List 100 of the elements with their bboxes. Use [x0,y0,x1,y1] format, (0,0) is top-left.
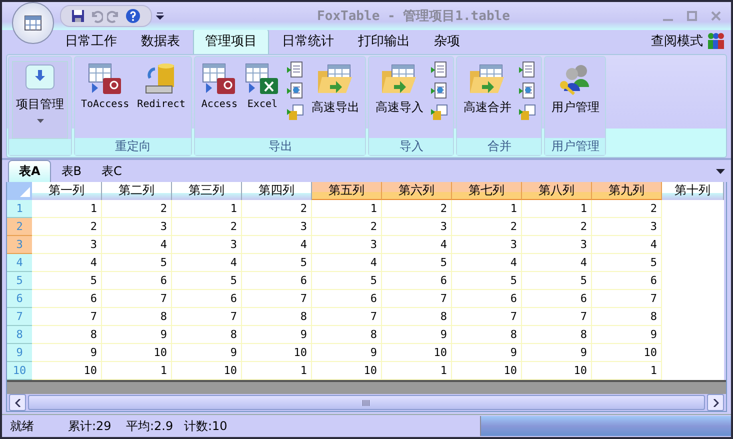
column-header[interactable]: 第十列 [662,182,724,200]
column-header[interactable]: 第一列 [32,182,102,200]
table-cell: 10 [434,346,447,359]
table-cell: 7 [580,310,587,323]
table-cell: 6 [650,274,657,287]
ribbon-button[interactable]: 用户管理 [548,61,602,118]
ribbon-button[interactable]: 高速合并 [460,61,514,118]
table-cell: 4 [160,238,167,251]
view-mode-label[interactable]: 查阅模式 [651,32,703,50]
group-label: 导出 [195,138,366,155]
table-cell: 1 [90,202,97,215]
column-header[interactable]: 第八列 [522,182,592,200]
ribbon-button[interactable]: Redirect [134,61,188,112]
table-cell: 3 [230,238,237,251]
column-header[interactable]: 第三列 [172,182,242,200]
column-header[interactable]: 第六列 [382,182,452,200]
table-cell: 9 [300,328,307,341]
table-cell: 3 [650,220,657,233]
users-icon[interactable] [707,32,725,50]
table-cell: 4 [300,238,307,251]
table-cell: 2 [370,220,377,233]
status-text: 就绪 [9,418,35,434]
group-label-strip [9,139,71,155]
save-icon[interactable] [71,9,85,23]
table-cell: 9 [160,328,167,341]
table-cell: 5 [440,256,447,269]
table-cell: 8 [90,328,97,341]
grip-icon [362,400,371,406]
table-cell: 3 [580,238,587,251]
table-cell: 7 [440,292,447,305]
ribbon-tab[interactable]: 日常统计 [271,29,345,54]
help-icon[interactable] [125,8,141,24]
table-cell: 2 [300,202,307,215]
table-cell: 5 [230,274,237,287]
sheet-tab[interactable]: 表C [92,161,132,182]
ribbon-tab[interactable]: 打印输出 [347,29,421,54]
table-cell: 10 [574,364,587,377]
table-icon [24,15,42,31]
status-text: 累计:29 [67,418,112,434]
table-cell: 10 [224,364,237,377]
status-text: 平均:2.9 [125,418,174,434]
table-cell: 6 [510,292,517,305]
table-cell: 4 [440,238,447,251]
column-header[interactable]: 第四列 [242,182,312,200]
folder-table-icon [316,63,354,95]
horizontal-scrollbar[interactable] [7,394,726,411]
folder-table-icon [468,63,506,95]
table-cell: 7 [90,310,97,323]
column-header[interactable]: 第七列 [452,182,522,200]
table-cell: 6 [90,292,97,305]
table-cell: 9 [370,346,377,359]
table-cell: 10 [154,346,167,359]
ribbon-button[interactable]: Access [198,61,240,112]
ribbon-tab[interactable]: 管理项目 [193,28,269,54]
table-cell: 4 [510,256,517,269]
table-cell: 5 [370,274,377,287]
table-cell: 3 [510,238,517,251]
ribbon-button[interactable]: 高速导入 [372,61,426,118]
table-cell: 10 [294,346,307,359]
group-label: 用户管理 [545,138,606,155]
sheet-tab[interactable]: 表A [8,160,52,182]
table-cell: 10 [504,364,517,377]
ribbon-button[interactable]: ToAccess [78,61,132,112]
table-cell: 1 [230,202,237,215]
group-label: 重定向 [75,138,192,155]
table-cell: 4 [650,238,657,251]
table-cell: 2 [510,220,517,233]
ribbon-button[interactable]: Excel [242,61,282,112]
ribbon-tab[interactable]: 数据表 [130,29,191,54]
table-cell: 8 [580,328,587,341]
table-cell: 5 [90,274,97,287]
column-header[interactable]: 第九列 [592,182,662,200]
ribbon-button[interactable]: 项目管理 [12,61,68,139]
sheet-tab[interactable]: 表B [51,161,92,182]
table-cell: 7 [230,310,237,323]
table-cell: 4 [580,256,587,269]
table-cell: 6 [370,292,377,305]
table-cell: 1 [370,202,377,215]
table-cell: 8 [440,310,447,323]
app-menu-button[interactable] [12,2,54,44]
ribbon-tab[interactable]: 日常工作 [54,29,128,54]
ribbon-button[interactable]: 高速导出 [308,61,362,118]
dropdown-arrow-icon[interactable] [716,169,725,175]
table-cell: 5 [650,256,657,269]
table-cell: 7 [160,292,167,305]
table-cell: 8 [300,310,307,323]
table-cell: 2 [650,202,657,215]
table-cell: 6 [300,274,307,287]
ribbon-tab[interactable]: 杂项 [423,29,471,54]
table-cell: 2 [90,220,97,233]
column-header[interactable]: 第五列 [312,182,382,200]
table-cell: 3 [440,220,447,233]
table-cell: 9 [580,346,587,359]
table-cell: 2 [580,220,587,233]
dropdown-arrow-icon[interactable] [156,12,164,20]
column-header[interactable]: 第二列 [102,182,172,200]
table-cell: 8 [230,328,237,341]
table-cell: 5 [160,256,167,269]
window-title: FoxTable - 管理项目1.table [316,8,511,25]
table-cell: 7 [510,310,517,323]
